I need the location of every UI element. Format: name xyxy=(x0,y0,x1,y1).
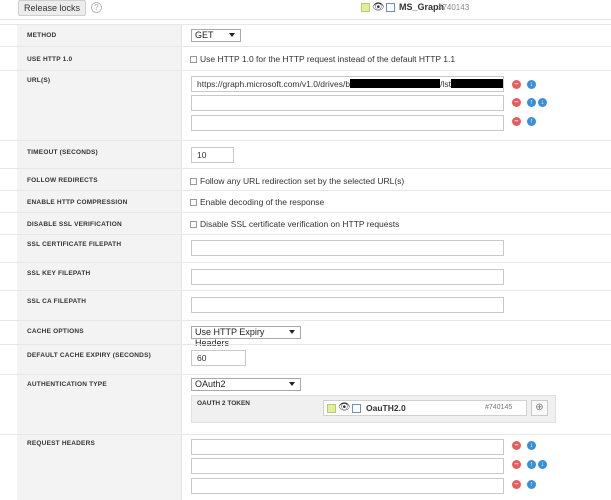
redacted-block xyxy=(350,79,441,88)
move-up-url-3-icon[interactable]: ↑ xyxy=(527,117,536,126)
move-up-header-2-icon[interactable]: ↑ xyxy=(527,460,536,469)
move-down-header-1-icon[interactable]: ↓ xyxy=(527,441,536,450)
request-header-input-3[interactable] xyxy=(191,478,504,494)
request-header-input-1[interactable] xyxy=(191,439,504,455)
chevron-down-icon xyxy=(289,382,295,386)
http-compression-label: ENABLE HTTP COMPRESSION xyxy=(27,199,128,206)
help-icon[interactable]: ? xyxy=(91,2,102,13)
use-http10-option[interactable]: Use HTTP 1.0 for the HTTP request instea… xyxy=(190,54,455,64)
move-up-url-2-icon[interactable]: ↑ xyxy=(527,98,536,107)
move-down-header-2-icon[interactable]: ↓ xyxy=(538,460,547,469)
remove-header-3-icon[interactable]: – xyxy=(512,480,521,489)
move-up-header-3-icon[interactable]: ↑ xyxy=(527,480,536,489)
ssl-ca-label: SSL CA FILEPATH xyxy=(27,298,87,305)
method-select[interactable]: GET xyxy=(191,29,241,42)
crosshair-icon[interactable]: ⊕ xyxy=(531,400,548,416)
move-down-url-2-icon[interactable]: ↓ xyxy=(538,98,547,107)
follow-redirects-option[interactable]: Follow any URL redirection set by the se… xyxy=(190,176,404,186)
toolbar: Release locks ? 👁 MS_Graph #740143 xyxy=(0,0,611,20)
code-file-icon xyxy=(352,404,361,413)
oauth-token-id: #740145 xyxy=(485,404,513,411)
ssl-key-label: SSL KEY FILEPATH xyxy=(27,270,91,277)
follow-redirects-checkbox[interactable] xyxy=(190,178,197,185)
ssl-cert-input[interactable] xyxy=(191,240,504,256)
remove-header-2-icon[interactable]: – xyxy=(512,460,521,469)
object-id: #740143 xyxy=(438,3,470,12)
remove-url-1-icon[interactable]: – xyxy=(512,80,521,89)
ssl-ca-input[interactable] xyxy=(191,297,504,313)
use-http10-checkbox[interactable] xyxy=(190,56,197,63)
follow-redirects-label: FOLLOW REDIRECTS xyxy=(27,177,98,184)
token-color-square xyxy=(327,404,336,413)
use-http10-label: USE HTTP 1.0 xyxy=(27,56,73,63)
chevron-down-icon xyxy=(229,33,235,37)
remove-header-1-icon[interactable]: – xyxy=(512,441,521,450)
remove-url-3-icon[interactable]: – xyxy=(512,117,521,126)
url-input-2[interactable] xyxy=(191,95,504,111)
ssl-key-input[interactable] xyxy=(191,269,504,285)
ssl-verification-option[interactable]: Disable SSL certificate verification on … xyxy=(190,219,399,229)
redacted-block xyxy=(450,79,503,88)
remove-url-2-icon[interactable]: – xyxy=(512,98,521,107)
release-locks-button[interactable]: Release locks xyxy=(18,0,86,16)
timeout-input[interactable]: 10 xyxy=(191,147,234,163)
binoculars-icon: 👁 xyxy=(372,2,385,13)
http-compression-checkbox[interactable] xyxy=(190,199,197,206)
oauth-token-label: OAUTH 2 TOKEN xyxy=(197,400,250,407)
cache-options-label: CACHE OPTIONS xyxy=(27,328,84,335)
http-compression-option[interactable]: Enable decoding of the response xyxy=(190,197,324,207)
auth-type-select[interactable]: OAuth2 xyxy=(191,378,301,391)
code-file-icon xyxy=(386,3,395,12)
oauth-token-name: OauTH2.0 xyxy=(366,403,406,413)
ssl-cert-label: SSL CERTIFICATE FILEPATH xyxy=(27,241,122,248)
urls-label: URL(S) xyxy=(27,77,51,84)
ssl-verification-label: DISABLE SSL VERIFICATION xyxy=(27,221,122,228)
url-input-3[interactable] xyxy=(191,115,504,131)
url-input-1[interactable]: https://graph.microsoft.com/v1.0/drives/… xyxy=(191,76,504,92)
timeout-label: TIMEOUT (SECONDS) xyxy=(27,149,98,156)
request-headers-label: REQUEST HEADERS xyxy=(27,440,96,447)
move-down-url-1-icon[interactable]: ↓ xyxy=(527,80,536,89)
method-row xyxy=(0,24,611,46)
request-header-input-2[interactable] xyxy=(191,458,504,474)
method-label: METHOD xyxy=(27,32,57,39)
cache-options-row xyxy=(0,320,611,344)
chevron-down-icon xyxy=(289,330,295,334)
cache-options-select[interactable]: Use HTTP Expiry Headers xyxy=(191,326,301,348)
cache-expiry-input[interactable]: 60 xyxy=(191,350,246,366)
ssl-verification-checkbox[interactable] xyxy=(190,221,197,228)
object-color-square xyxy=(361,3,370,12)
cache-expiry-row xyxy=(0,344,611,374)
binoculars-icon: 👁 xyxy=(338,402,351,413)
auth-type-label: AUTHENTICATION TYPE xyxy=(27,381,107,388)
cache-expiry-label: DEFAULT CACHE EXPIRY (SECONDS) xyxy=(27,352,151,359)
